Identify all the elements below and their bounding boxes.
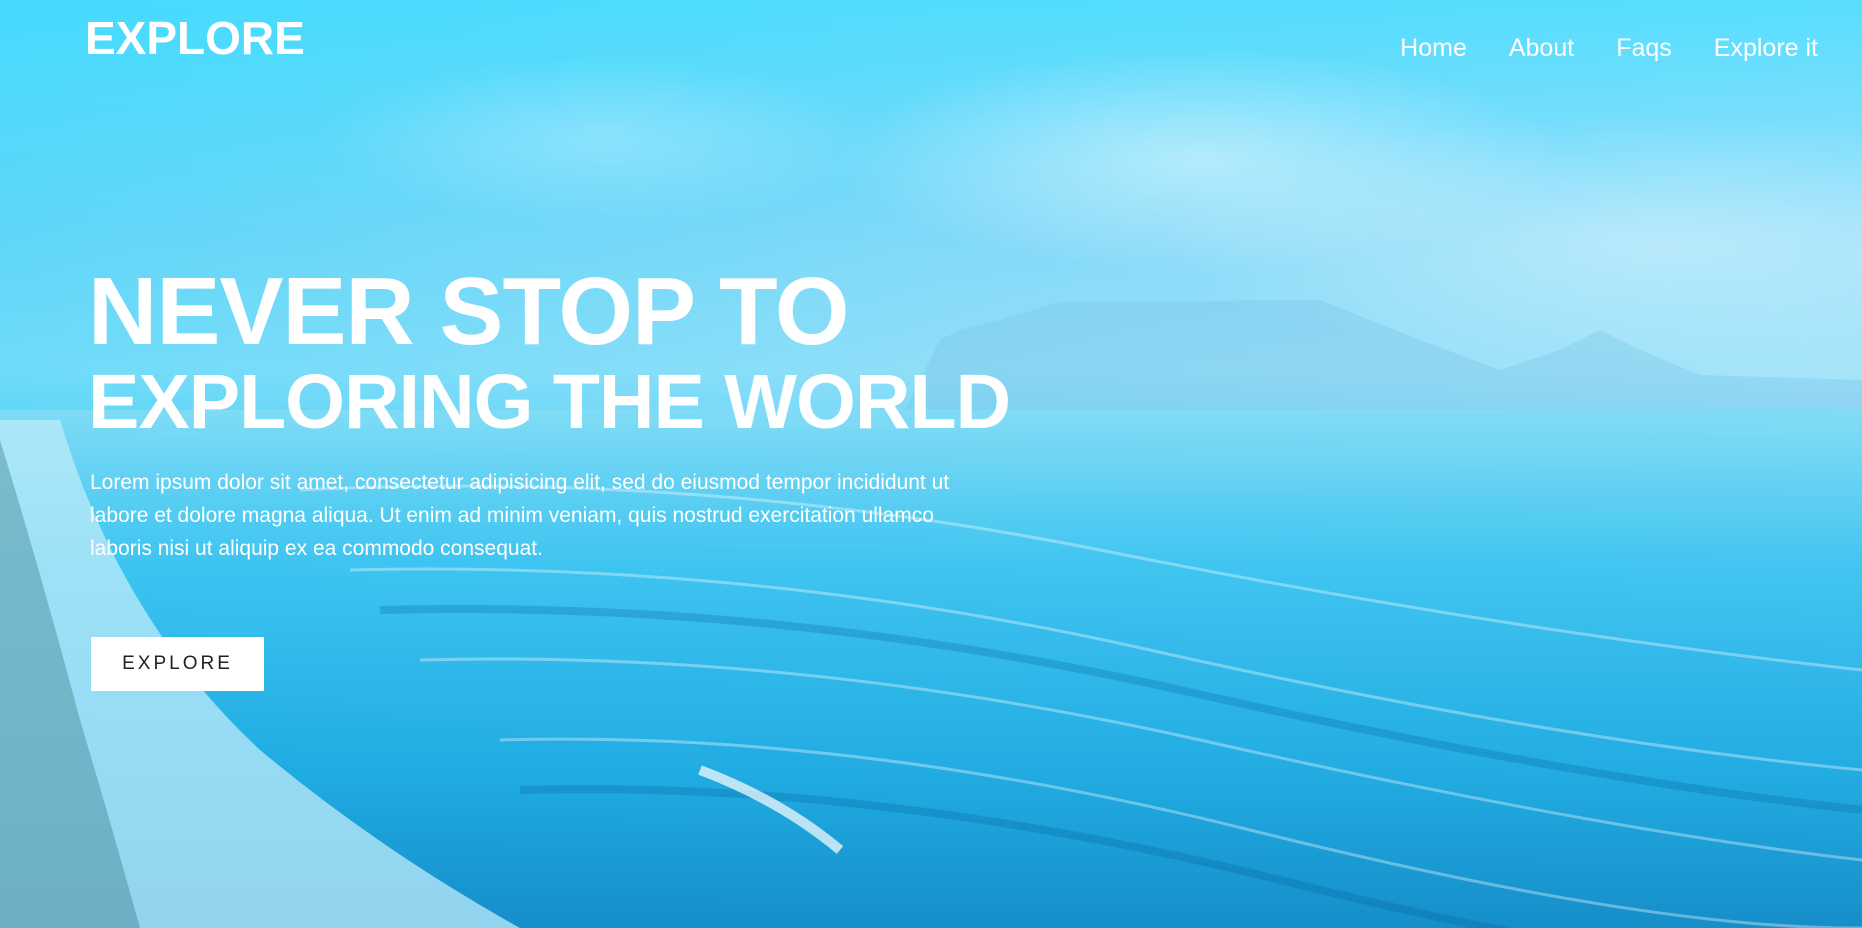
main-nav: Home About Faqs Explore it xyxy=(1400,30,1818,66)
hero-headline-line-1: NEVER STOP TO xyxy=(88,258,850,365)
nav-item-faqs[interactable]: Faqs xyxy=(1616,30,1672,66)
nav-item-about[interactable]: About xyxy=(1509,30,1574,66)
hero-headline-line-2: EXPLORING THE WORLD xyxy=(88,359,1011,445)
nav-item-home[interactable]: Home xyxy=(1400,30,1467,66)
hero-background xyxy=(0,0,1862,928)
nav-item-explore-it[interactable]: Explore it xyxy=(1714,30,1818,66)
hero-description: Lorem ipsum dolor sit amet, consectetur … xyxy=(90,471,950,560)
site-logo[interactable]: EXPLORE xyxy=(85,12,305,64)
explore-button[interactable]: EXPLORE xyxy=(91,637,264,691)
